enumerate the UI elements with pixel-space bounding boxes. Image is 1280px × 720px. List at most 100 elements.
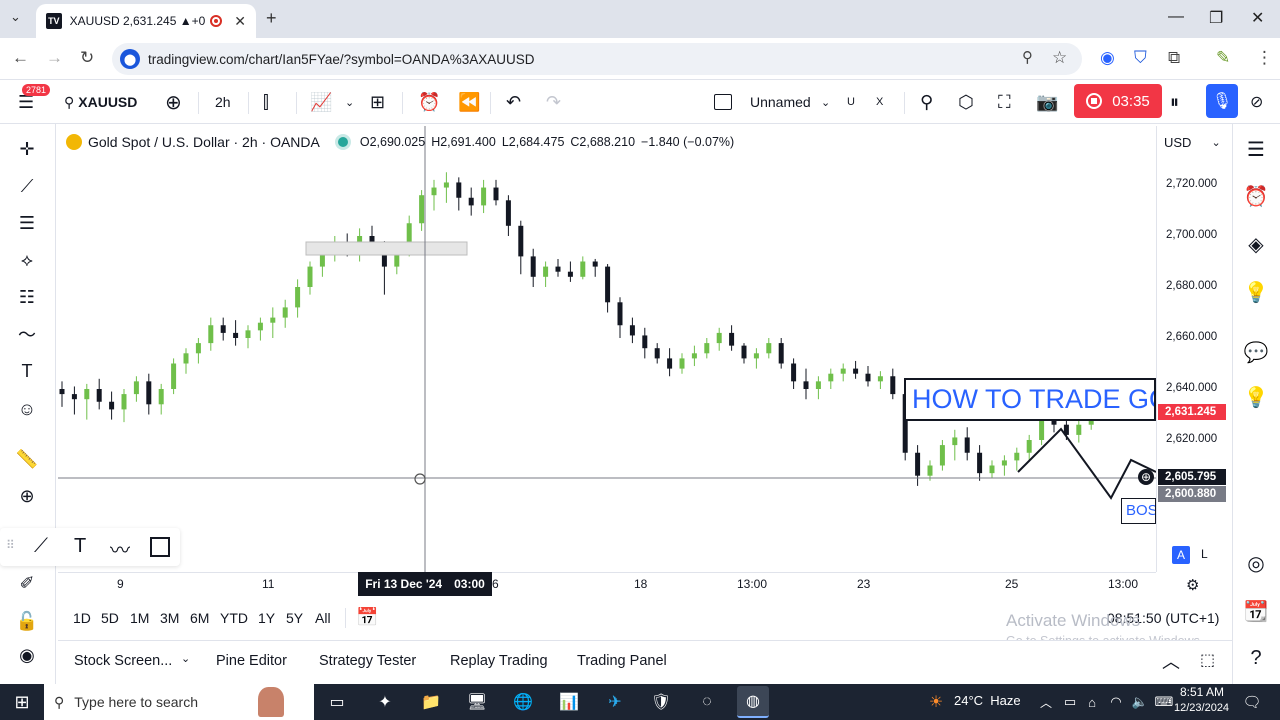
time-axis[interactable] — [58, 572, 1156, 598]
tray-icon[interactable]: ⌂ — [1080, 690, 1104, 714]
volume-icon[interactable]: 🔈 — [1128, 690, 1152, 714]
lock-icon[interactable]: 🔓 — [14, 608, 40, 634]
clock-date[interactable]: 12/23/2024 — [1174, 702, 1229, 714]
trend-line-icon[interactable]: ⟋ — [14, 173, 40, 199]
magnet-icon[interactable]: ✐ — [14, 570, 40, 596]
range-6m[interactable]: 6M — [190, 610, 209, 626]
windows-start-icon[interactable]: ⊞ — [10, 690, 34, 714]
site-info-icon[interactable]: ⬤ — [120, 49, 140, 69]
pause-icon[interactable]: ⏸ — [1170, 80, 1179, 124]
help-icon[interactable]: ? — [1242, 644, 1270, 672]
app-icon[interactable]: 🖥 — [465, 690, 489, 714]
browser-tab[interactable]: TV XAUUSD 2,631.245 ▲+0.29 ✕ — [36, 4, 256, 38]
path-tool-icon[interactable]: 〰 — [110, 534, 130, 563]
fib-retracement-icon[interactable]: ☰ — [14, 210, 40, 236]
line-tool-icon[interactable]: ⟋ — [34, 535, 48, 558]
text-tool-icon[interactable]: T — [74, 535, 86, 558]
battery-icon[interactable]: ▭ — [1058, 690, 1082, 714]
bookmark-star-icon[interactable]: ☆ — [1052, 48, 1067, 68]
profile-icon[interactable]: ✎ — [1216, 48, 1230, 68]
copilot-icon[interactable]: ✦ — [373, 690, 397, 714]
market-structure-line[interactable] — [1017, 427, 1156, 500]
url-field[interactable]: ⬤ tradingview.com/chart/Ian5FYae/?symbol… — [112, 43, 1082, 75]
camera-icon[interactable]: 📷 — [1036, 80, 1058, 124]
app-icon[interactable]: 🌐 — [511, 690, 535, 714]
candles-icon[interactable]: ⫿ — [263, 80, 269, 124]
telegram-icon[interactable]: ✈ — [603, 690, 627, 714]
tab-trading-panel[interactable]: Trading Panel — [577, 653, 667, 669]
collapse-panel-icon[interactable]: ︿ — [1162, 648, 1180, 674]
log-scale-button[interactable]: L — [1201, 547, 1208, 561]
shield-extension-icon[interactable]: ⛉ — [1134, 48, 1147, 68]
dom-icon[interactable]: ◎ — [1242, 549, 1270, 577]
range-5d[interactable]: 5D — [101, 610, 119, 626]
drag-handle-icon[interactable]: ⠿ — [6, 538, 15, 552]
reload-icon[interactable]: ↻ — [80, 48, 94, 68]
range-1m[interactable]: 1M — [130, 610, 149, 626]
chart-canvas[interactable] — [58, 126, 1156, 572]
notifications-icon[interactable]: 🗨 — [1240, 690, 1264, 714]
back-icon[interactable]: ← — [12, 48, 29, 68]
go-to-date-calendar-icon[interactable]: 📅 — [356, 607, 378, 628]
layout-u-button[interactable]: U — [847, 80, 855, 124]
range-ytd[interactable]: YTD — [220, 610, 248, 626]
signal-bulb-icon[interactable]: 💡 — [1242, 383, 1270, 411]
weather-icon[interactable]: ☀ — [924, 690, 948, 714]
chevron-down-icon[interactable]: ⌄ — [345, 80, 354, 124]
pattern-icon[interactable]: ⟡ — [14, 247, 40, 273]
headline-box[interactable]: HOW TO TRADE GO — [904, 378, 1156, 421]
replay-icon[interactable]: ⏪ — [458, 80, 480, 124]
undo-icon[interactable]: ↶ — [506, 80, 521, 124]
eye-icon[interactable]: ◉ — [14, 642, 40, 668]
indicators-icon[interactable]: 📈 — [310, 80, 332, 124]
chevron-down-icon[interactable]: ⌄ — [821, 80, 830, 124]
prediction-icon[interactable]: ☷ — [14, 284, 40, 310]
hide-drawings-icon[interactable]: ⊘ — [1250, 80, 1263, 124]
network-icon[interactable]: ◠ — [1104, 690, 1128, 714]
minimize-button[interactable]: — — [1168, 8, 1184, 26]
language-icon[interactable]: ⌨ — [1152, 690, 1176, 714]
crosshair-icon[interactable]: ✛ — [14, 136, 40, 162]
menu-dots-icon[interactable]: ⋮ — [1256, 48, 1273, 68]
templates-icon[interactable]: ⊞ — [370, 80, 385, 124]
watchlist-icon[interactable]: ☰ — [1242, 135, 1270, 163]
ruler-icon[interactable]: 📏 — [14, 446, 40, 472]
symbol-search-button[interactable]: ⚲ XAUUSD — [64, 80, 137, 124]
layout-x-button[interactable]: X — [876, 80, 883, 124]
range-1y[interactable]: 1Y — [258, 610, 275, 626]
stop-recording-button[interactable]: 03:35 — [1074, 84, 1162, 118]
extension-icon[interactable]: ◉ — [1100, 48, 1115, 68]
weather-text[interactable]: 24°C Haze — [954, 693, 1021, 708]
zoom-in-icon[interactable]: ⊕ — [14, 483, 40, 509]
tab-stock-screener[interactable]: Stock Screen... — [74, 653, 172, 669]
chrome-icon[interactable]: ◍ — [737, 686, 769, 718]
quick-search-icon[interactable]: ⚲ — [920, 80, 933, 124]
emoji-icon[interactable]: ☺ — [14, 396, 40, 422]
new-tab-button[interactable]: + — [266, 8, 277, 29]
settings-icon[interactable]: ⬡ — [958, 80, 974, 124]
range-1d[interactable]: 1D — [73, 610, 91, 626]
maximize-panel-icon[interactable]: ⬚ — [1200, 650, 1215, 670]
supply-zone[interactable] — [305, 241, 468, 256]
layout-name[interactable]: Unnamed — [750, 80, 811, 124]
tab-close-button[interactable]: ✕ — [234, 13, 246, 30]
currency-select[interactable]: USD ⌄ — [1160, 130, 1228, 154]
zoom-icon[interactable]: ⚲ — [1022, 48, 1033, 66]
brush-icon[interactable]: 〜 — [14, 321, 40, 347]
market-app-icon[interactable]: 📊 — [557, 690, 581, 714]
layout-box-icon[interactable] — [714, 80, 732, 124]
range-3m[interactable]: 3M — [160, 610, 179, 626]
chat-icon[interactable]: 💬 — [1242, 338, 1270, 366]
bos-box[interactable]: BOS — [1121, 498, 1156, 524]
axis-settings-icon[interactable]: ⚙ — [1186, 576, 1199, 594]
calendar-icon[interactable]: 📆 — [1242, 597, 1270, 625]
interval-button[interactable]: 2h — [215, 80, 231, 124]
price-axis[interactable] — [1156, 126, 1232, 572]
layers-icon[interactable]: ◈ — [1242, 230, 1270, 258]
text-tool-icon[interactable]: T — [14, 358, 40, 384]
rectangle-tool-icon[interactable] — [150, 537, 170, 557]
file-explorer-icon[interactable]: 📁 — [419, 690, 443, 714]
legend-title[interactable]: Gold Spot / U.S. Dollar · 2h · OANDA — [88, 134, 320, 150]
tab-search-button[interactable]: ⌄ — [10, 9, 21, 25]
clock-time[interactable]: 8:51 AM — [1180, 685, 1224, 699]
